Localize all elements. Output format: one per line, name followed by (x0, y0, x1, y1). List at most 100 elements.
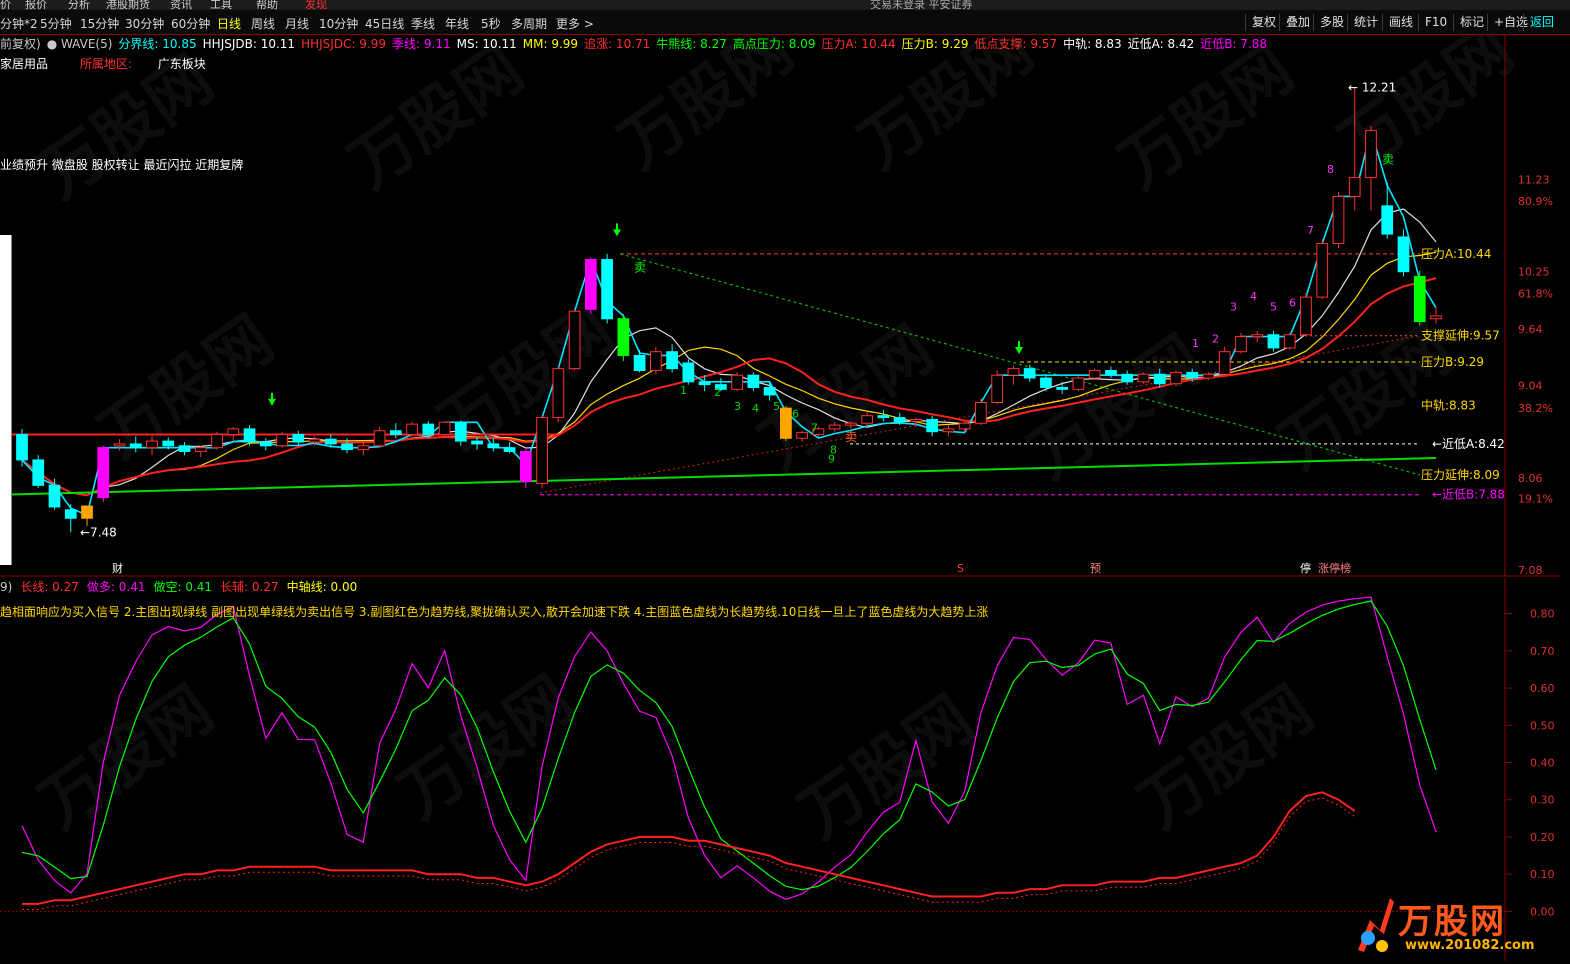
oscillator-chart[interactable]: 万股网 万股网 万股网 万股网0.800.700.600.500.400.300.20… (0, 578, 1560, 961)
candle-body (1218, 351, 1231, 375)
candle-body (48, 484, 61, 508)
osc-axis-label: 0.10 (1530, 868, 1555, 881)
candle-body (97, 447, 110, 499)
period-3[interactable]: 30分钟 (125, 15, 164, 32)
info-item-0: 前复权) (0, 37, 41, 51)
price-axis-label: 9.64 (1518, 323, 1543, 336)
candle-body (113, 443, 126, 447)
candle-body (487, 443, 500, 449)
price-axis-label: 10.25 (1518, 266, 1550, 279)
menu-item-3[interactable]: 港股期货 (106, 0, 150, 10)
candle-body (64, 509, 77, 519)
low-price-label: ←7.48 (80, 525, 117, 539)
price-axis-label: 61.8% (1518, 287, 1553, 300)
osc-axis-label: 0.70 (1530, 645, 1555, 658)
candle-body (503, 447, 516, 452)
candle-body (146, 440, 158, 449)
industry-label: 家居用品 (0, 57, 49, 71)
candle-body (1088, 370, 1101, 379)
period-1[interactable]: 5分钟 (40, 15, 72, 32)
toolbar-button-8[interactable]: 返回 (1523, 14, 1560, 31)
menu-item-1[interactable]: 报价 (25, 0, 47, 10)
candle-body (698, 381, 711, 386)
toolbar-button-6[interactable]: 标记 (1453, 14, 1490, 31)
period-14[interactable]: 更多 > (556, 15, 594, 32)
left-tool-panel[interactable] (0, 235, 12, 565)
candle-body (276, 434, 288, 447)
candle-body (1235, 336, 1247, 353)
candle-body (1072, 377, 1085, 390)
info-item-11: 压力A: 10.44 (821, 37, 896, 51)
period-2[interactable]: 15分钟 (80, 15, 119, 32)
candle-body (243, 428, 256, 443)
osc-axis-label: 0.80 (1530, 608, 1555, 621)
bull-icon (1358, 898, 1394, 952)
period-8[interactable]: 10分钟 (319, 15, 358, 32)
menu-item-7[interactable]: 发现 (305, 0, 327, 10)
candle-body (16, 434, 28, 461)
candle-body (194, 447, 207, 452)
menu-item-4[interactable]: 资讯 (170, 0, 192, 10)
buy-arrow-icon (613, 223, 621, 237)
info-item-2: 分界线: 10.85 (118, 37, 197, 51)
toolbar-button-3[interactable]: 统计 (1347, 14, 1384, 31)
candle-body (893, 417, 906, 422)
candle-body (926, 418, 939, 433)
count-mark-2: 2 (714, 386, 721, 399)
sell-signal: 卖 (845, 430, 857, 444)
period-12[interactable]: 5秒 (481, 15, 501, 32)
candlestick-chart[interactable]: 万股网万股网万股网万股网万股网万股网万股网万股网万股网万股网万股网万股网万股网万… (0, 35, 1560, 577)
candle-body (991, 374, 1004, 404)
candle-body (568, 310, 581, 370)
toolbar-button-5[interactable]: F10 (1418, 14, 1453, 31)
candle-body (910, 418, 922, 422)
candle-body (1023, 368, 1036, 379)
candle-body (1413, 275, 1426, 323)
watermark-text: 万股网 (337, 35, 537, 203)
period-10[interactable]: 季线 (411, 15, 435, 32)
window-title: 交易未登录 平安证券 (870, 0, 973, 10)
period-9[interactable]: 45日线 (365, 15, 404, 32)
period-5[interactable]: 日线 (217, 15, 241, 32)
period-0[interactable]: 分钟*2 (0, 15, 38, 32)
period-11[interactable]: 年线 (445, 15, 469, 32)
watermark-text: 万股网 (1327, 35, 1527, 183)
buy-arrow-icon (268, 392, 276, 406)
candle-body (1283, 334, 1296, 349)
sub-info-item-2: 做多: 0.41 (86, 580, 146, 594)
toolbar-button-4[interactable]: 画线 (1382, 14, 1419, 31)
event-mark-0: 财 (112, 561, 123, 575)
candle-body (1040, 377, 1052, 388)
candle-body (796, 432, 809, 439)
toolbar-button-2[interactable]: 多股 (1313, 14, 1350, 31)
toolbar-button-0[interactable]: 复权 (1245, 14, 1282, 31)
menu-item-5[interactable]: 工具 (210, 0, 232, 10)
info-item-16: 近低B: 7.88 (1200, 37, 1268, 51)
candle-body (1316, 242, 1329, 298)
period-4[interactable]: 60分钟 (171, 15, 210, 32)
price-axis-label: 38.2% (1518, 402, 1553, 415)
period-6[interactable]: 周线 (251, 15, 275, 32)
info-item-1: ● WAVE(5) (46, 37, 113, 51)
menu-item-2[interactable]: 分析 (68, 0, 90, 10)
info-item-9: 牛熊线: 8.27 (656, 37, 727, 51)
candle-body (1332, 195, 1345, 244)
candle-body (747, 374, 760, 388)
menu-bar: 价 报价 分析 港股期货 资讯 工具 帮助 发现 交易未登录 平安证券 (0, 0, 1570, 10)
period-13[interactable]: 多周期 (511, 15, 547, 32)
buy-arrow-icon (1015, 340, 1023, 354)
site-logo: 万股网 www.201082.com (1350, 890, 1560, 960)
menu-item-6[interactable]: 帮助 (256, 0, 278, 10)
candle-body (81, 505, 93, 519)
menu-item-0[interactable]: 价 (0, 0, 11, 10)
price-axis-label: 9.04 (1518, 380, 1543, 393)
candle-body (1381, 205, 1394, 235)
count-mark-7: 7 (811, 422, 818, 435)
toolbar-button-1[interactable]: 叠加 (1279, 14, 1316, 31)
period-7[interactable]: 月线 (285, 15, 309, 32)
count-mark-3: 3 (734, 400, 741, 413)
candle-body (162, 440, 175, 447)
candle-body (942, 428, 955, 433)
sell-signal: 卖 (1382, 153, 1394, 167)
info-item-15: 近低A: 8.42 (1127, 37, 1195, 51)
